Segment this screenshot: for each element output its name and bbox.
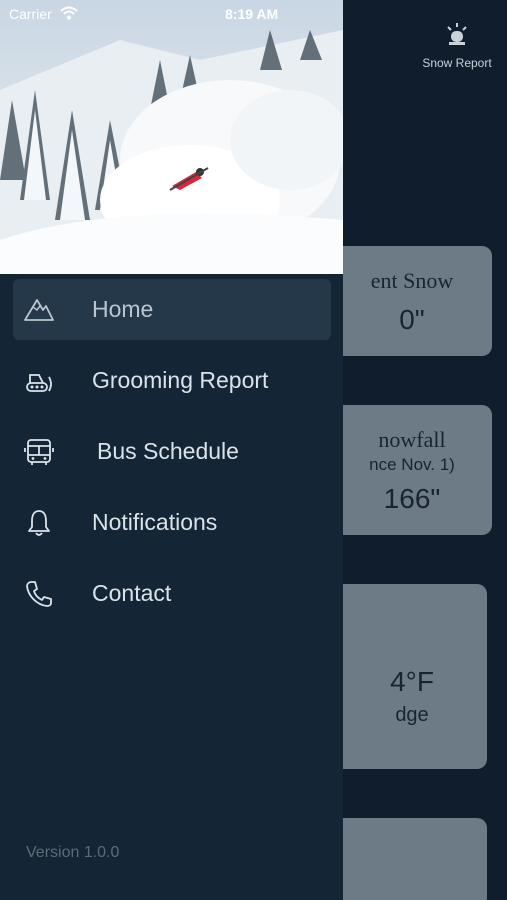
menu-item-grooming-report[interactable]: Grooming Report — [13, 350, 331, 411]
menu-item-label: Grooming Report — [92, 367, 269, 393]
bus-icon — [24, 439, 54, 465]
menu-item-label: Contact — [92, 580, 172, 606]
menu-item-bus-schedule[interactable]: Bus Schedule — [13, 421, 331, 482]
menu-item-contact[interactable]: Contact — [13, 563, 331, 624]
card-value: 0" — [399, 304, 425, 335]
info-card[interactable] — [330, 818, 487, 900]
phone-icon — [26, 581, 52, 607]
bell-icon — [28, 510, 50, 536]
clock: 8:19 AM — [225, 6, 279, 22]
snow-report-label: Snow Report — [422, 56, 492, 70]
navigation-drawer: Carrier 8:19 AM Home Grooming Report Bus… — [0, 0, 343, 900]
card-title: ent Snow — [370, 268, 454, 293]
menu-item-home[interactable]: Home — [13, 279, 331, 340]
card-value: 166" — [383, 483, 441, 514]
version-label: Version 1.0.0 — [26, 844, 120, 861]
menu-item-label: Bus Schedule — [97, 438, 239, 464]
mountain-icon — [24, 299, 54, 321]
card-value: 4°F — [390, 666, 434, 697]
card-subtitle: dge — [395, 704, 429, 726]
menu-item-label: Notifications — [92, 509, 218, 535]
status-bar: Carrier 8:19 AM — [0, 0, 343, 30]
card-subtitle: nce Nov. 1) — [369, 455, 455, 474]
menu-item-notifications[interactable]: Notifications — [13, 492, 331, 553]
snowcat-icon — [26, 374, 52, 392]
snowfall-card[interactable]: nowfall nce Nov. 1) 166" — [330, 405, 492, 535]
card-title: nowfall — [378, 427, 446, 452]
carrier-label: Carrier — [9, 6, 52, 22]
snow-report-button[interactable]: Snow Report — [412, 20, 502, 72]
wifi-icon — [60, 6, 78, 20]
temperature-card[interactable]: 4°F dge — [330, 584, 487, 769]
recent-snow-card[interactable]: ent Snow 0" — [330, 246, 492, 356]
siren-icon — [447, 23, 467, 45]
hero-image — [0, 0, 343, 274]
menu-item-label: Home — [92, 296, 154, 322]
